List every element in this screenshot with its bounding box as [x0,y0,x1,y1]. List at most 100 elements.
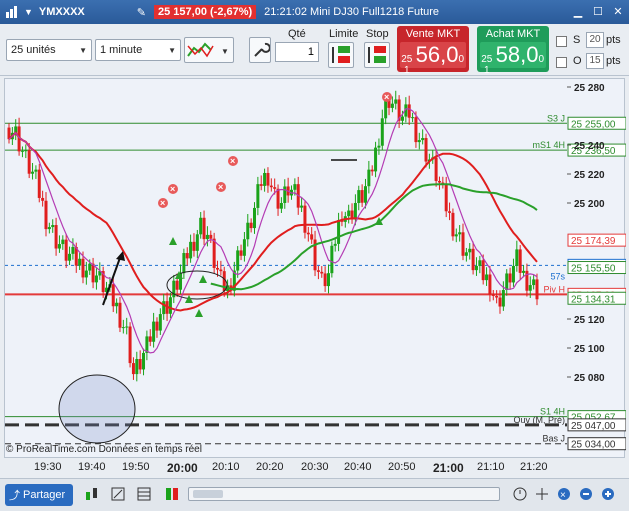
candle-body [532,279,536,286]
y-tick-label: 25 080 [574,373,605,384]
price-chart[interactable]: S3 J 25 255,00 mS1 4H 25 236,50 25 174,39 25 … [4,78,627,458]
candle-body [212,238,216,268]
candle-body [518,249,522,273]
o-points-input[interactable]: 15 [586,53,604,69]
candle-body [380,118,384,146]
units-select[interactable]: 25 unités ▼ [6,39,92,61]
chart-type-icon[interactable] [84,486,100,502]
zoom-out-icon[interactable] [578,486,594,502]
candle-body [20,150,24,152]
buy-signal-icon [199,275,207,283]
candle-body [61,239,65,245]
candle-body [306,232,310,235]
candle-body [501,290,505,307]
candle-body [125,326,129,328]
y-tick-label: 25 200 [574,199,605,210]
target-checkbox[interactable] [556,57,567,68]
candle-body [88,263,92,271]
close-icon[interactable]: ✕ [611,4,625,18]
scroll-thumb[interactable] [193,490,223,498]
zoom-fit-icon[interactable]: × [556,486,572,502]
candle-body [121,327,125,329]
clock-icon[interactable] [512,486,528,502]
level-value: 25 047,00 [571,421,616,432]
candle-body [41,197,45,201]
candle-body [256,184,260,208]
s-points-input[interactable]: 20 [586,32,604,48]
level-value: 25 134,31 [571,294,616,305]
limit-label: Limite [329,28,359,40]
candle-body [84,270,88,278]
ma-red-line [8,131,538,312]
level-value: 25 155,50 [571,264,616,275]
sell-price: 56,0 [415,42,459,67]
zoom-in-icon[interactable] [600,486,616,502]
sell-signal-x: × [230,156,235,166]
candle-body [263,172,267,186]
candle-body [31,171,35,174]
candle-body [209,234,213,239]
level-value: 25 034,00 [571,440,616,451]
candle-body [471,248,475,271]
candle-body [310,234,314,240]
minimize-icon[interactable]: ▁ [571,4,585,18]
candle-body [414,117,418,143]
chart-app-icon[interactable] [4,4,20,20]
x-tick-label: 20:40 [344,461,372,473]
y-tick-label: 25 280 [574,83,605,94]
candle-body [192,241,196,251]
candle-body [246,222,250,240]
sell-market-button[interactable]: Vente MKT 25 1 56,0 0 [397,26,469,76]
candle-body [138,359,142,370]
move-icon[interactable] [534,486,550,502]
draw-tool-icon[interactable] [110,486,126,502]
share-label: Partager [23,489,66,501]
candle-body [511,265,515,283]
share-button[interactable]: ⤴ Partager [5,484,73,506]
horizontal-scrollbar[interactable] [188,487,500,501]
candle-body [367,169,371,187]
table-icon[interactable] [136,486,152,502]
stop-label: Stop [366,28,389,40]
annotations: × × × × × [58,92,392,444]
candle-body [253,207,257,229]
indicators-button[interactable]: ▼ [184,37,234,63]
candle-body [326,273,330,287]
edit-icon[interactable]: ✎ [137,6,146,19]
candle-body [481,260,485,281]
instrument-symbol[interactable]: YMXXXX [39,6,85,18]
y-tick-label: 25 100 [574,344,605,355]
timeframe-select[interactable]: 1 minute ▼ [95,39,181,61]
candle-body [508,273,512,283]
time-axis: 19:30 19:40 19:50 20:00 20:10 20:20 20:30 20:40… [0,458,629,478]
candle-body [353,203,357,220]
candle-body [158,314,162,331]
buy-signal-icon [169,237,177,245]
candle-body [216,267,220,270]
candle-body [400,116,404,121]
stop-order-button[interactable] [364,42,390,68]
buy-market-button[interactable]: Achat MKT 25 1 58,0 0 [477,26,549,76]
layout-icon[interactable] [164,486,180,502]
chevron-down-icon: ▼ [79,45,87,55]
candle-body [135,359,139,375]
maximize-icon[interactable]: ☐ [591,4,605,18]
level-label: mS1 4H [532,140,565,150]
candle-body [195,234,199,251]
candle-body [239,250,243,256]
stop-checkbox[interactable] [556,36,567,47]
candle-body [131,363,135,375]
candle-body [316,270,320,272]
qty-input[interactable]: 1 [275,42,319,62]
circle-annotation [58,374,136,444]
candle-body [498,297,502,307]
chevron-down-icon[interactable]: ▼ [24,7,33,17]
candle-body [407,104,411,118]
candle-body [152,321,156,342]
x-tick-label: 20:10 [212,461,240,473]
x-tick-label: 21:20 [520,461,548,473]
buy-price: 58,0 [495,42,539,67]
sell-signal-x: × [218,182,223,192]
limit-order-button[interactable] [328,42,354,68]
settings-button[interactable] [249,37,271,63]
